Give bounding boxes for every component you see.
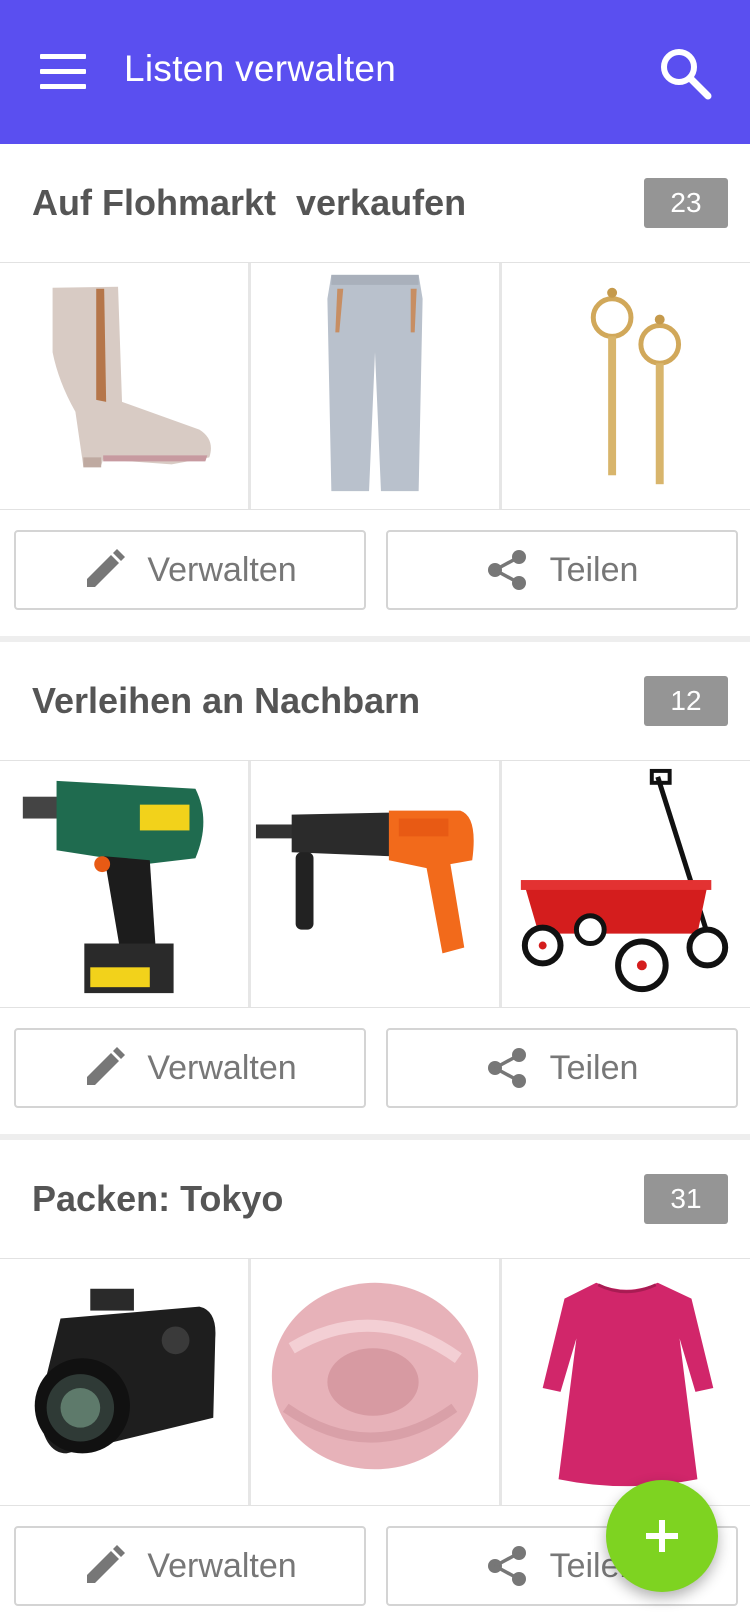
item-thumbnail-hammer-drill[interactable] — [251, 761, 499, 1007]
search-button[interactable] — [656, 44, 714, 102]
share-list-button[interactable]: Teilen — [386, 1028, 738, 1108]
list-title: Verleihen an Nachbarn — [32, 680, 421, 721]
list-card: Auf Flohmarkt verkaufen 23 Verwalten Tei… — [0, 144, 750, 636]
plus-icon — [646, 1520, 678, 1552]
manage-label: Verwalten — [147, 550, 297, 589]
manage-list-button[interactable]: Verwalten — [14, 1028, 366, 1108]
share-icon — [487, 550, 526, 590]
item-count-badge: 31 — [644, 1174, 728, 1224]
add-list-fab[interactable] — [606, 1480, 718, 1592]
pencil-icon — [87, 1545, 126, 1583]
item-thumbnails — [0, 760, 750, 1008]
pink-dress-image — [542, 1282, 714, 1487]
ankle-boot-image — [52, 286, 211, 468]
search-icon — [661, 49, 712, 100]
item-thumbnail-pink-dress[interactable] — [502, 1259, 750, 1505]
share-label: Teilen — [549, 1048, 639, 1087]
share-label: Teilen — [549, 550, 639, 589]
item-thumbnail-gold-earrings[interactable] — [502, 263, 750, 509]
item-thumbnail-camera[interactable] — [0, 1259, 248, 1505]
hammer-drill-image — [255, 810, 474, 954]
item-thumbnails — [0, 1258, 750, 1506]
pencil-icon — [87, 549, 126, 587]
list-title: Auf Flohmarkt verkaufen — [32, 182, 467, 223]
manage-label: Verwalten — [147, 1546, 297, 1585]
list-card: Verleihen an Nachbarn 12 Verwalten Teile… — [0, 642, 750, 1134]
red-wagon-image — [520, 768, 729, 993]
item-thumbnail-cordless-drill[interactable] — [0, 761, 248, 1007]
page-title: Listen verwalten — [124, 48, 397, 89]
menu-button[interactable] — [36, 50, 90, 94]
app-bar: Listen verwalten — [0, 0, 750, 144]
manage-list-button[interactable]: Verwalten — [14, 530, 366, 610]
item-thumbnail-ankle-boot[interactable] — [0, 263, 248, 509]
manage-label: Verwalten — [147, 1048, 297, 1087]
pink-scarf-image — [271, 1282, 479, 1470]
pencil-icon — [87, 1047, 126, 1085]
item-thumbnail-red-wagon[interactable] — [502, 761, 750, 1007]
manage-list-button[interactable]: Verwalten — [14, 1526, 366, 1606]
share-icon — [487, 1546, 526, 1586]
cordless-drill-image — [22, 780, 204, 994]
list-title: Packen: Tokyo — [32, 1178, 284, 1219]
item-thumbnail-pink-scarf[interactable] — [251, 1259, 499, 1505]
item-count-badge: 23 — [644, 178, 728, 228]
share-list-button[interactable]: Teilen — [386, 530, 738, 610]
share-icon — [487, 1048, 526, 1088]
camera-image — [34, 1288, 216, 1454]
item-thumbnail-grey-trousers[interactable] — [251, 263, 499, 509]
item-count-badge: 12 — [644, 676, 728, 726]
grey-trousers-image — [327, 274, 423, 492]
gold-earrings-image — [590, 287, 682, 485]
item-thumbnails — [0, 262, 750, 510]
